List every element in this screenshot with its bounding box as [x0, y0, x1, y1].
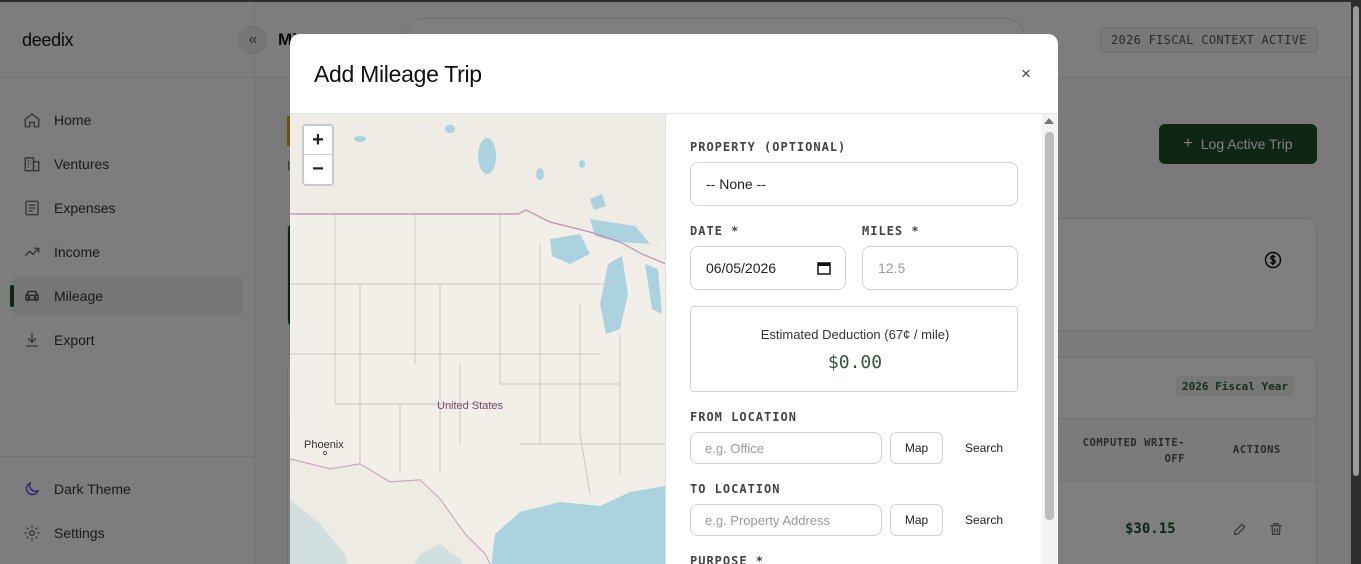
from-location-label: FROM LOCATION [690, 410, 797, 424]
date-label: DATE * [690, 224, 740, 238]
date-value: 06/05/2026 [706, 260, 777, 276]
window-scrollbar[interactable] [1351, 0, 1361, 564]
window-frame-top [0, 0, 1361, 2]
from-map-button[interactable]: Map [890, 432, 943, 464]
purpose-label: PURPOSE * [690, 554, 765, 564]
route-map[interactable]: + − United States Phoenix [290, 114, 666, 564]
scroll-up-arrow[interactable] [1044, 118, 1054, 124]
property-select[interactable]: -- None -- [690, 162, 1018, 206]
add-mileage-trip-modal: Add Mileage Trip × + − United States Pho… [290, 34, 1058, 564]
window-scrollbar-thumb[interactable] [1353, 6, 1359, 476]
form-scrollbar-thumb[interactable] [1045, 132, 1054, 520]
modal-title: Add Mileage Trip [314, 61, 482, 87]
deduction-title: Estimated Deduction (67¢ / mile) [760, 327, 950, 342]
map-tiles [290, 114, 665, 564]
to-search-button[interactable]: Search [954, 504, 1014, 536]
miles-input[interactable]: 12.5 [862, 246, 1018, 290]
map-label-country: United States [437, 400, 504, 412]
map-label-city: Phoenix [304, 439, 344, 451]
zoom-out-button[interactable]: − [304, 155, 332, 184]
zoom-in-button[interactable]: + [304, 126, 332, 155]
modal-header: Add Mileage Trip × [290, 34, 1058, 114]
from-search-button[interactable]: Search [954, 432, 1014, 464]
miles-label: MILES * [862, 224, 920, 238]
deduction-value: $0.00 [827, 352, 883, 373]
estimated-deduction-box: Estimated Deduction (67¢ / mile) $0.00 [690, 306, 1018, 392]
to-map-button[interactable]: Map [890, 504, 943, 536]
date-input[interactable]: 06/05/2026 [690, 246, 846, 290]
property-label: PROPERTY (OPTIONAL) [690, 140, 847, 154]
trip-form: PROPERTY (OPTIONAL) -- None -- DATE * 06… [690, 114, 1042, 564]
to-location-input[interactable]: e.g. Property Address [690, 504, 882, 536]
map-zoom-control: + − [302, 124, 334, 186]
to-location-label: TO LOCATION [690, 482, 781, 496]
calendar-icon[interactable] [817, 261, 831, 275]
close-icon[interactable]: × [1017, 64, 1035, 83]
from-location-input[interactable]: e.g. Office [690, 432, 882, 464]
